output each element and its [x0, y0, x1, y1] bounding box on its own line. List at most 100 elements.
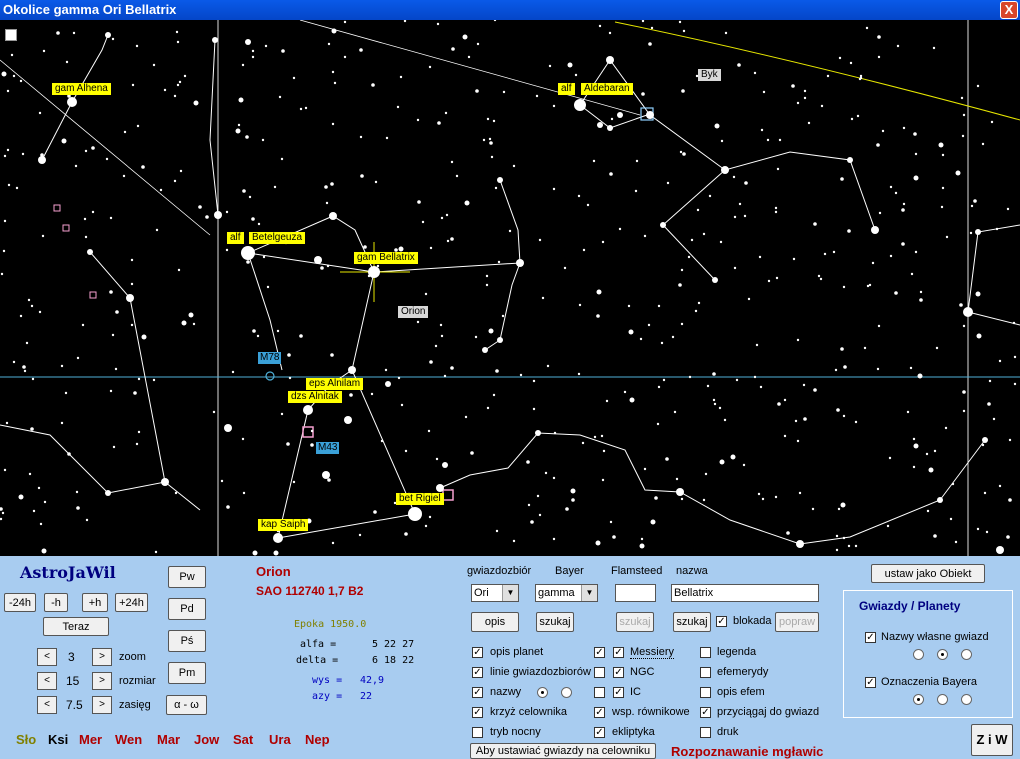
planet-mars[interactable]: Mar — [157, 732, 180, 747]
planet-neptune[interactable]: Nep — [305, 732, 330, 747]
crosshair-checkbox[interactable]: ✓ — [472, 707, 483, 718]
minus-24h-button[interactable]: -24h — [4, 593, 36, 612]
set-as-object-button[interactable]: ustaw jako Obiekt — [871, 564, 985, 583]
names-radio-1[interactable] — [537, 687, 548, 698]
close-button[interactable]: X — [1000, 1, 1018, 19]
planet-desc-checkbox[interactable]: ✓ — [472, 647, 483, 658]
planet-mercury[interactable]: Mer — [79, 732, 102, 747]
label-aldebaran[interactable]: Aldebaran — [581, 83, 633, 95]
label-m43[interactable]: M43 — [316, 442, 340, 454]
ziw-button[interactable]: Z i W — [971, 724, 1013, 756]
zoom-increase-button[interactable]: > — [92, 648, 112, 666]
now-button[interactable]: Teraz — [43, 617, 109, 636]
ephemeris-desc-checkbox[interactable] — [700, 687, 711, 698]
equatorial-coords-checkbox[interactable]: ✓ — [594, 707, 605, 718]
star — [837, 507, 841, 511]
constellation-select[interactable]: Ori ▼ — [471, 584, 519, 602]
proper-names-radio-1[interactable] — [913, 649, 924, 660]
ic-checkbox[interactable] — [594, 687, 605, 698]
snap-to-stars-checkbox[interactable]: ✓ — [700, 707, 711, 718]
constellation-lines-checkbox[interactable]: ✓ — [472, 667, 483, 678]
flamsteed-input[interactable] — [615, 584, 656, 602]
planet-saturn[interactable]: Sat — [233, 732, 253, 747]
label-bellatrix[interactable]: gam Bellatrix — [354, 252, 418, 264]
star — [83, 217, 87, 221]
star — [130, 323, 134, 327]
alpha-omega-button[interactable]: α - ω — [166, 695, 207, 715]
planet-venus[interactable]: Wen — [115, 732, 142, 747]
planet-uranus[interactable]: Ura — [269, 732, 291, 747]
proper-names-checkbox[interactable]: ✓ — [865, 632, 876, 643]
names-checkbox[interactable]: ✓ — [472, 687, 483, 698]
star — [962, 390, 966, 394]
label-alnitak[interactable]: dzs Alnitak — [288, 391, 342, 403]
size-decrease-button[interactable]: < — [37, 672, 57, 690]
star — [532, 379, 536, 383]
ngc-checkbox[interactable] — [594, 667, 605, 678]
search-flamsteed-button[interactable]: szukaj — [616, 612, 654, 632]
ngc-checkbox-2[interactable]: ✓ — [613, 667, 624, 678]
night-mode-checkbox[interactable] — [472, 727, 483, 738]
planet-sun[interactable]: Sło — [16, 732, 36, 747]
label-betelgeuse[interactable]: Betelgeuza — [249, 232, 306, 244]
map-corner-box[interactable] — [5, 29, 17, 41]
proper-names-radio-2[interactable] — [937, 649, 948, 660]
label-taurus[interactable]: Byk — [698, 69, 721, 81]
star — [188, 312, 194, 318]
star — [327, 42, 331, 46]
bayer-select[interactable]: gamma ▼ — [535, 584, 598, 602]
legend-checkbox[interactable] — [700, 647, 711, 658]
ephemeris-checkbox[interactable] — [700, 667, 711, 678]
star — [546, 364, 550, 368]
messier-checkbox[interactable]: ✓ — [594, 647, 605, 658]
ps-button[interactable]: Pś — [168, 630, 206, 652]
aim-stars-button[interactable]: Aby ustawiać gwiazdy na celowniku — [470, 743, 656, 759]
star — [181, 320, 187, 326]
print-checkbox[interactable] — [700, 727, 711, 738]
range-decrease-button[interactable]: < — [37, 696, 57, 714]
label-betelgeuse-bayer[interactable]: alf — [227, 232, 244, 244]
search-name-button[interactable]: szukaj — [673, 612, 711, 632]
star — [896, 44, 900, 48]
plus-1h-button[interactable]: +h — [82, 593, 108, 612]
plus-24h-button[interactable]: +24h — [115, 593, 148, 612]
lock-checkbox[interactable]: ✓ — [716, 616, 727, 627]
star — [714, 123, 720, 129]
star — [792, 257, 796, 261]
label-rigel[interactable]: bet Rigiel — [396, 493, 444, 505]
star — [933, 534, 937, 538]
bayer-radio-2[interactable] — [937, 694, 948, 705]
star — [278, 95, 282, 99]
bayer-radio-3[interactable] — [961, 694, 972, 705]
label-aldebaran-bayer[interactable]: alf — [558, 83, 575, 95]
sky-canvas[interactable] — [0, 20, 1020, 556]
bayer-designation-checkbox[interactable]: ✓ — [865, 677, 876, 688]
zoom-decrease-button[interactable]: < — [37, 648, 57, 666]
label-orion[interactable]: Orion — [398, 306, 429, 318]
minus-1h-button[interactable]: -h — [44, 593, 68, 612]
names-radio-2[interactable] — [561, 687, 572, 698]
pm-button[interactable]: Pm — [168, 662, 206, 684]
star — [933, 449, 937, 453]
planet-moon[interactable]: Ksi — [48, 732, 68, 747]
ecliptic-checkbox[interactable]: ✓ — [594, 727, 605, 738]
range-increase-button[interactable]: > — [92, 696, 112, 714]
proper-names-radio-3[interactable] — [961, 649, 972, 660]
correct-button[interactable]: popraw — [775, 612, 819, 632]
ic-checkbox-2[interactable]: ✓ — [613, 687, 624, 698]
label-saiph[interactable]: kap Saiph — [258, 519, 309, 531]
planet-jupiter[interactable]: Jow — [194, 732, 219, 747]
label-alnilam[interactable]: eps Alnilam — [306, 378, 364, 390]
name-input[interactable]: Bellatrix — [671, 584, 819, 602]
star — [12, 74, 16, 78]
size-increase-button[interactable]: > — [92, 672, 112, 690]
description-button[interactable]: opis — [471, 612, 519, 632]
pw-button[interactable]: Pw — [168, 566, 206, 588]
label-alhena[interactable]: gam Alhena — [52, 83, 111, 95]
label-m78[interactable]: M78 — [258, 352, 282, 364]
pd-button[interactable]: Pd — [168, 598, 206, 620]
bayer-radio-1[interactable] — [913, 694, 924, 705]
messier-checkbox-2[interactable]: ✓ — [613, 647, 624, 658]
sky-map[interactable]: gam Alhena alf Aldebaran Byk alf Betelge… — [0, 20, 1020, 556]
search-bayer-button[interactable]: szukaj — [536, 612, 574, 632]
